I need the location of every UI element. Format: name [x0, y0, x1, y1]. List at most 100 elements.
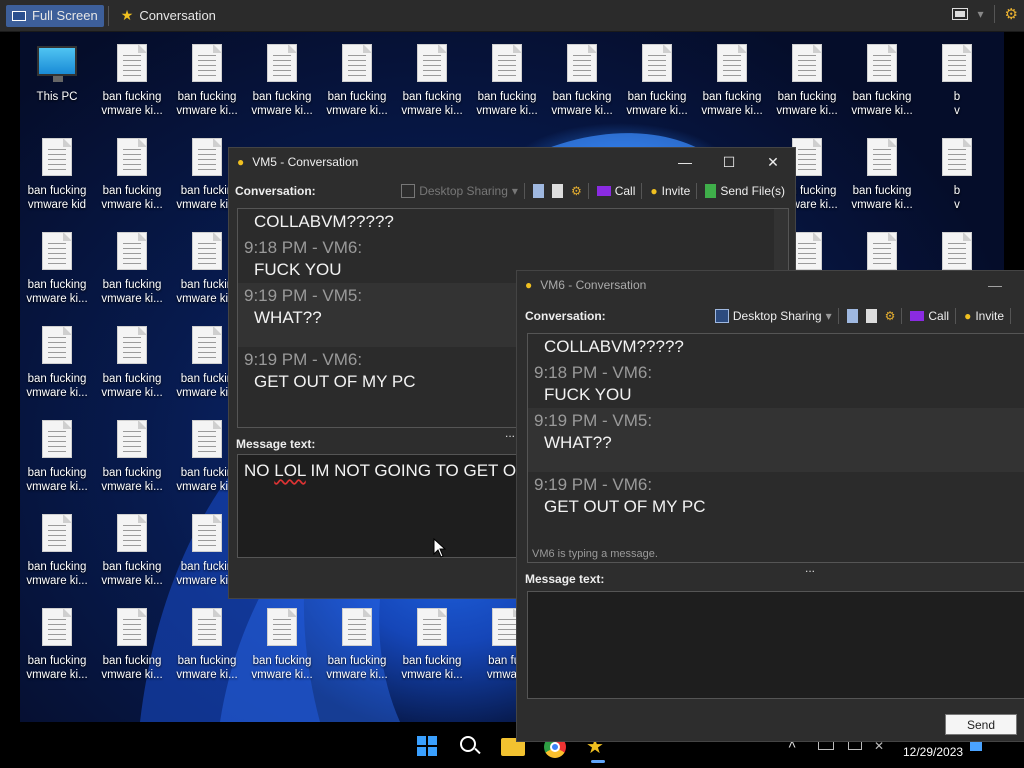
- taskbar-date[interactable]: 12/29/2023: [903, 745, 963, 759]
- message-sender: 9:19 PM - VM5:: [534, 411, 653, 430]
- text-file-icon[interactable]: ban fuckingvmware ki...: [396, 38, 468, 126]
- text-file-icon[interactable]: ban fuckingvmware ki...: [21, 226, 93, 314]
- document-icon: [642, 44, 672, 82]
- text-file-icon[interactable]: bv: [921, 38, 993, 126]
- document-icon: [551, 184, 563, 198]
- splitter-handle[interactable]: ...: [505, 426, 515, 440]
- desktop-sharing-button[interactable]: Desktop Sharing ▾: [401, 184, 518, 198]
- minimize-button[interactable]: —: [973, 271, 1017, 299]
- vm6-caption-buttons: —: [973, 271, 1017, 299]
- file-label: ban fuckingvmware ki...: [251, 91, 313, 117]
- text-file-icon[interactable]: ban fuckingvmware ki...: [471, 38, 543, 126]
- text-file-icon[interactable]: ban fuckingvmware ki...: [96, 38, 168, 126]
- text-file-icon[interactable]: bv: [921, 132, 993, 220]
- text-file-icon[interactable]: ban fuckingvmware ki...: [21, 602, 93, 690]
- full-screen-button[interactable]: Full Screen: [6, 4, 104, 27]
- message-text: WHAT??: [544, 433, 612, 452]
- file-label: ban fuckingvmware ki...: [101, 185, 163, 211]
- windows-icon[interactable]: [951, 8, 968, 20]
- call-button[interactable]: Call: [910, 309, 949, 323]
- search-icon[interactable]: [460, 736, 476, 752]
- document-icon: [342, 44, 372, 82]
- full-screen-label: Full Screen: [32, 8, 98, 23]
- notes-icon: [532, 184, 544, 198]
- text-file-icon[interactable]: ban fucking vmware kid: [21, 132, 93, 220]
- text-file-icon[interactable]: ban fuckingvmware ki...: [96, 226, 168, 314]
- notes-button[interactable]: [846, 309, 858, 323]
- text-file-icon[interactable]: ban fuckingvmware ki...: [171, 602, 243, 690]
- vm6-toolbar: Conversation: Desktop Sharing ▾ ⚙ Call ●…: [517, 303, 1024, 329]
- desktop-sharing-label: Desktop Sharing: [419, 184, 508, 198]
- mouse-cursor: [433, 538, 447, 558]
- document-icon: [867, 44, 897, 82]
- conversation-tab-button[interactable]: ★ Conversation: [115, 5, 222, 27]
- chevron-down-icon: ▾: [511, 184, 518, 198]
- send-files-button[interactable]: Send File(s): [705, 184, 785, 198]
- text-file-icon[interactable]: ban fuckingvmware ki...: [546, 38, 618, 126]
- message-block: COLLABVM?????: [238, 209, 788, 235]
- vm6-message-input[interactable]: [527, 591, 1024, 699]
- notes-icon: [846, 309, 858, 323]
- text-file-icon[interactable]: ban fuckingvmware ki...: [321, 38, 393, 126]
- text-file-icon[interactable]: ban fuckingvmware ki...: [246, 38, 318, 126]
- settings-button[interactable]: ⚙: [571, 184, 582, 198]
- text-file-icon[interactable]: ban fuckingvmware ki...: [846, 38, 918, 126]
- invite-label: Invite: [975, 309, 1004, 323]
- this-pc-icon[interactable]: This PC: [21, 38, 93, 126]
- settings-button[interactable]: ⚙: [885, 309, 896, 323]
- text-file-icon[interactable]: ban fuckingvmware ki...: [246, 602, 318, 690]
- divider: [1010, 308, 1011, 324]
- divider: [587, 183, 589, 199]
- text-file-icon[interactable]: ban fuckingvmware ki...: [396, 602, 468, 690]
- this-pc-label: This PC: [36, 91, 78, 103]
- notes-button[interactable]: [532, 184, 544, 198]
- close-button[interactable]: ✕: [751, 148, 795, 176]
- divider: [523, 183, 525, 199]
- text-file-icon[interactable]: ban fuckingvmware ki...: [621, 38, 693, 126]
- text-file-icon[interactable]: ban fuckingvmware ki...: [96, 414, 168, 502]
- file-label: bv: [953, 185, 961, 211]
- vm6-conversation-history[interactable]: COLLABVM????? 9:18 PM - VM6: FUCK YOU 9:…: [527, 333, 1024, 563]
- splitter-handle[interactable]: ...: [805, 561, 815, 575]
- maximize-button[interactable]: ☐: [707, 148, 751, 176]
- file-label: ban fuckingvmware ki...: [101, 467, 163, 493]
- send-button[interactable]: Send: [945, 714, 1017, 735]
- text-file-icon[interactable]: ban fuckingvmware ki...: [171, 38, 243, 126]
- chevron-down-icon[interactable]: ▾: [978, 7, 984, 21]
- vm6-titlebar[interactable]: ● VM6 - Conversation: [517, 271, 1024, 299]
- invite-button[interactable]: ● Invite: [650, 184, 690, 198]
- start-icon[interactable]: [417, 736, 437, 756]
- call-button[interactable]: Call: [596, 184, 635, 198]
- text-file-icon[interactable]: ban fuckingvmware ki...: [21, 508, 93, 596]
- message-sender: 9:18 PM - VM6:: [534, 363, 653, 382]
- text-file-icon[interactable]: ban fuckingvmware ki...: [21, 320, 93, 408]
- text-file-icon[interactable]: ban fuckingvmware ki...: [846, 132, 918, 220]
- minimize-button[interactable]: —: [663, 148, 707, 176]
- text-file-icon[interactable]: ban fuckingvmware ki...: [321, 602, 393, 690]
- text-file-icon[interactable]: ban fuckingvmware ki...: [96, 602, 168, 690]
- gear-icon[interactable]: ⚙: [1005, 5, 1018, 23]
- desktop-sharing-button[interactable]: Desktop Sharing ▾: [714, 309, 832, 323]
- text-file-icon[interactable]: ban fuckingvmware ki...: [96, 132, 168, 220]
- file-label: ban fuckingvmware ki...: [26, 561, 88, 587]
- video-call-icon: [910, 311, 925, 321]
- document-icon: [192, 138, 222, 176]
- text-file-icon[interactable]: ban fuckingvmware ki...: [696, 38, 768, 126]
- document-button[interactable]: [865, 309, 877, 323]
- file-label: ban fuckingvmware ki...: [401, 91, 463, 117]
- text-file-icon[interactable]: ban fuckingvmware ki...: [96, 508, 168, 596]
- text-file-icon[interactable]: ban fuckingvmware ki...: [96, 320, 168, 408]
- message-sender: 9:18 PM - VM6:: [244, 238, 363, 257]
- messenger-icon: ★: [120, 7, 134, 23]
- send-file-icon: [705, 184, 717, 198]
- desktop-sharing-icon: [401, 184, 416, 198]
- message-input-rest: IM NOT GOING TO GET O: [305, 461, 517, 480]
- document-icon: [417, 44, 447, 82]
- document-icon: [42, 514, 72, 552]
- file-label: ban fuckingvmware ki...: [851, 185, 913, 211]
- invite-button[interactable]: ● Invite: [964, 309, 1004, 323]
- text-file-icon[interactable]: ban fuckingvmware ki...: [21, 414, 93, 502]
- text-file-icon[interactable]: ban fuckingvmware ki...: [771, 38, 843, 126]
- vm6-window-title: VM6 - Conversation: [540, 278, 647, 292]
- document-button[interactable]: [551, 184, 563, 198]
